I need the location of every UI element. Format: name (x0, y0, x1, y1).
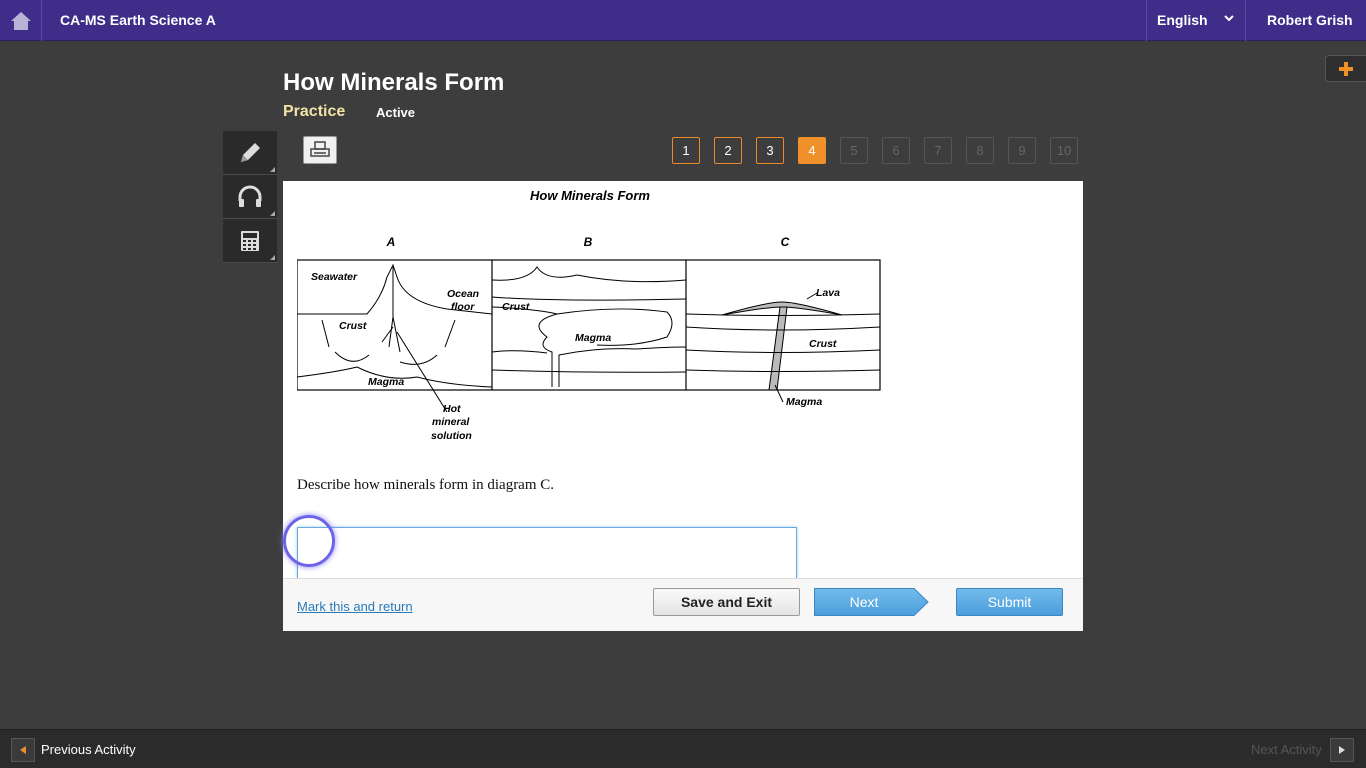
page-button-8: 8 (966, 137, 994, 164)
home-button[interactable] (0, 0, 42, 41)
panel-b-label: B (584, 235, 593, 249)
label-ocean: Ocean (447, 288, 479, 300)
course-title: CA-MS Earth Science A (60, 12, 216, 28)
page-button-7: 7 (924, 137, 952, 164)
label-magma-c: Magma (786, 396, 822, 408)
label-floor: floor (451, 301, 475, 313)
user-name[interactable]: Robert Grish (1267, 12, 1353, 28)
page-button-5: 5 (840, 137, 868, 164)
previous-activity-button[interactable] (11, 738, 35, 762)
language-label: English (1157, 12, 1208, 28)
next-activity-button (1330, 738, 1354, 762)
label-hot: Hot (443, 403, 461, 415)
top-bar: CA-MS Earth Science A English Robert Gri… (0, 0, 1366, 41)
pencil-icon (241, 142, 260, 162)
page-button-1[interactable]: 1 (672, 137, 700, 164)
home-icon (10, 11, 31, 30)
plus-icon (1339, 61, 1353, 76)
activity-mode: Practice (283, 103, 346, 120)
page-title: How Minerals Form (283, 69, 505, 96)
label-magma-b: Magma (575, 332, 611, 344)
page-button-9: 9 (1008, 137, 1036, 164)
page-button-4[interactable]: 4 (798, 137, 826, 164)
mark-and-return-link[interactable]: Mark this and return (297, 599, 413, 614)
status-badge: Active (376, 105, 416, 120)
label-crust-b: Crust (502, 301, 530, 313)
panel-c-label: C (781, 235, 790, 249)
next-activity-label: Next Activity (1251, 742, 1322, 757)
label-magma-a: Magma (368, 376, 404, 388)
activity-nav-bar: Previous Activity Next Activity (0, 729, 1366, 768)
label-seawater: Seawater (311, 271, 358, 283)
answer-textarea[interactable] (297, 527, 797, 579)
question-prompt: Describe how minerals form in diagram C. (297, 477, 555, 493)
arrow-right-icon (1339, 746, 1345, 754)
submit-button[interactable]: Submit (956, 588, 1063, 616)
label-crust-c: Crust (809, 338, 837, 350)
page-button-6: 6 (882, 137, 910, 164)
arrow-left-icon (20, 746, 26, 754)
calculator-icon (241, 230, 259, 251)
expand-button[interactable] (1325, 55, 1366, 82)
previous-activity-label[interactable]: Previous Activity (41, 742, 136, 757)
question-panel: How Minerals Form A B C Seawater Ocean f… (283, 181, 1083, 631)
printer-icon (310, 141, 330, 157)
panel-a-label: A (386, 235, 396, 249)
minerals-diagram: How Minerals Form A B C Seawater Ocean f… (297, 188, 881, 442)
save-and-exit-button[interactable]: Save and Exit (653, 588, 800, 616)
label-mineral: mineral (432, 416, 470, 428)
chevron-down-icon (1224, 15, 1234, 22)
tool-sidebar (223, 131, 277, 263)
language-select[interactable]: English (1146, 0, 1246, 41)
pencil-tool-button[interactable] (223, 131, 277, 175)
print-button[interactable] (303, 136, 337, 164)
page-button-10: 10 (1050, 137, 1078, 164)
label-crust-a: Crust (339, 320, 367, 332)
label-solution: solution (431, 430, 472, 442)
question-pager: 1 2 3 4 5 6 7 8 9 10 (672, 137, 1078, 164)
page-button-2[interactable]: 2 (714, 137, 742, 164)
headphones-icon (238, 185, 262, 207)
question-footer: Mark this and return Save and Exit Next … (283, 578, 1083, 631)
figure-title: How Minerals Form (530, 188, 650, 203)
next-button-label: Next (849, 594, 879, 610)
page-button-3[interactable]: 3 (756, 137, 784, 164)
next-button[interactable]: Next (814, 588, 929, 616)
audio-tool-button[interactable] (223, 175, 277, 219)
calculator-tool-button[interactable] (223, 219, 277, 263)
cursor-indicator (283, 515, 335, 567)
label-lava: Lava (816, 287, 840, 299)
